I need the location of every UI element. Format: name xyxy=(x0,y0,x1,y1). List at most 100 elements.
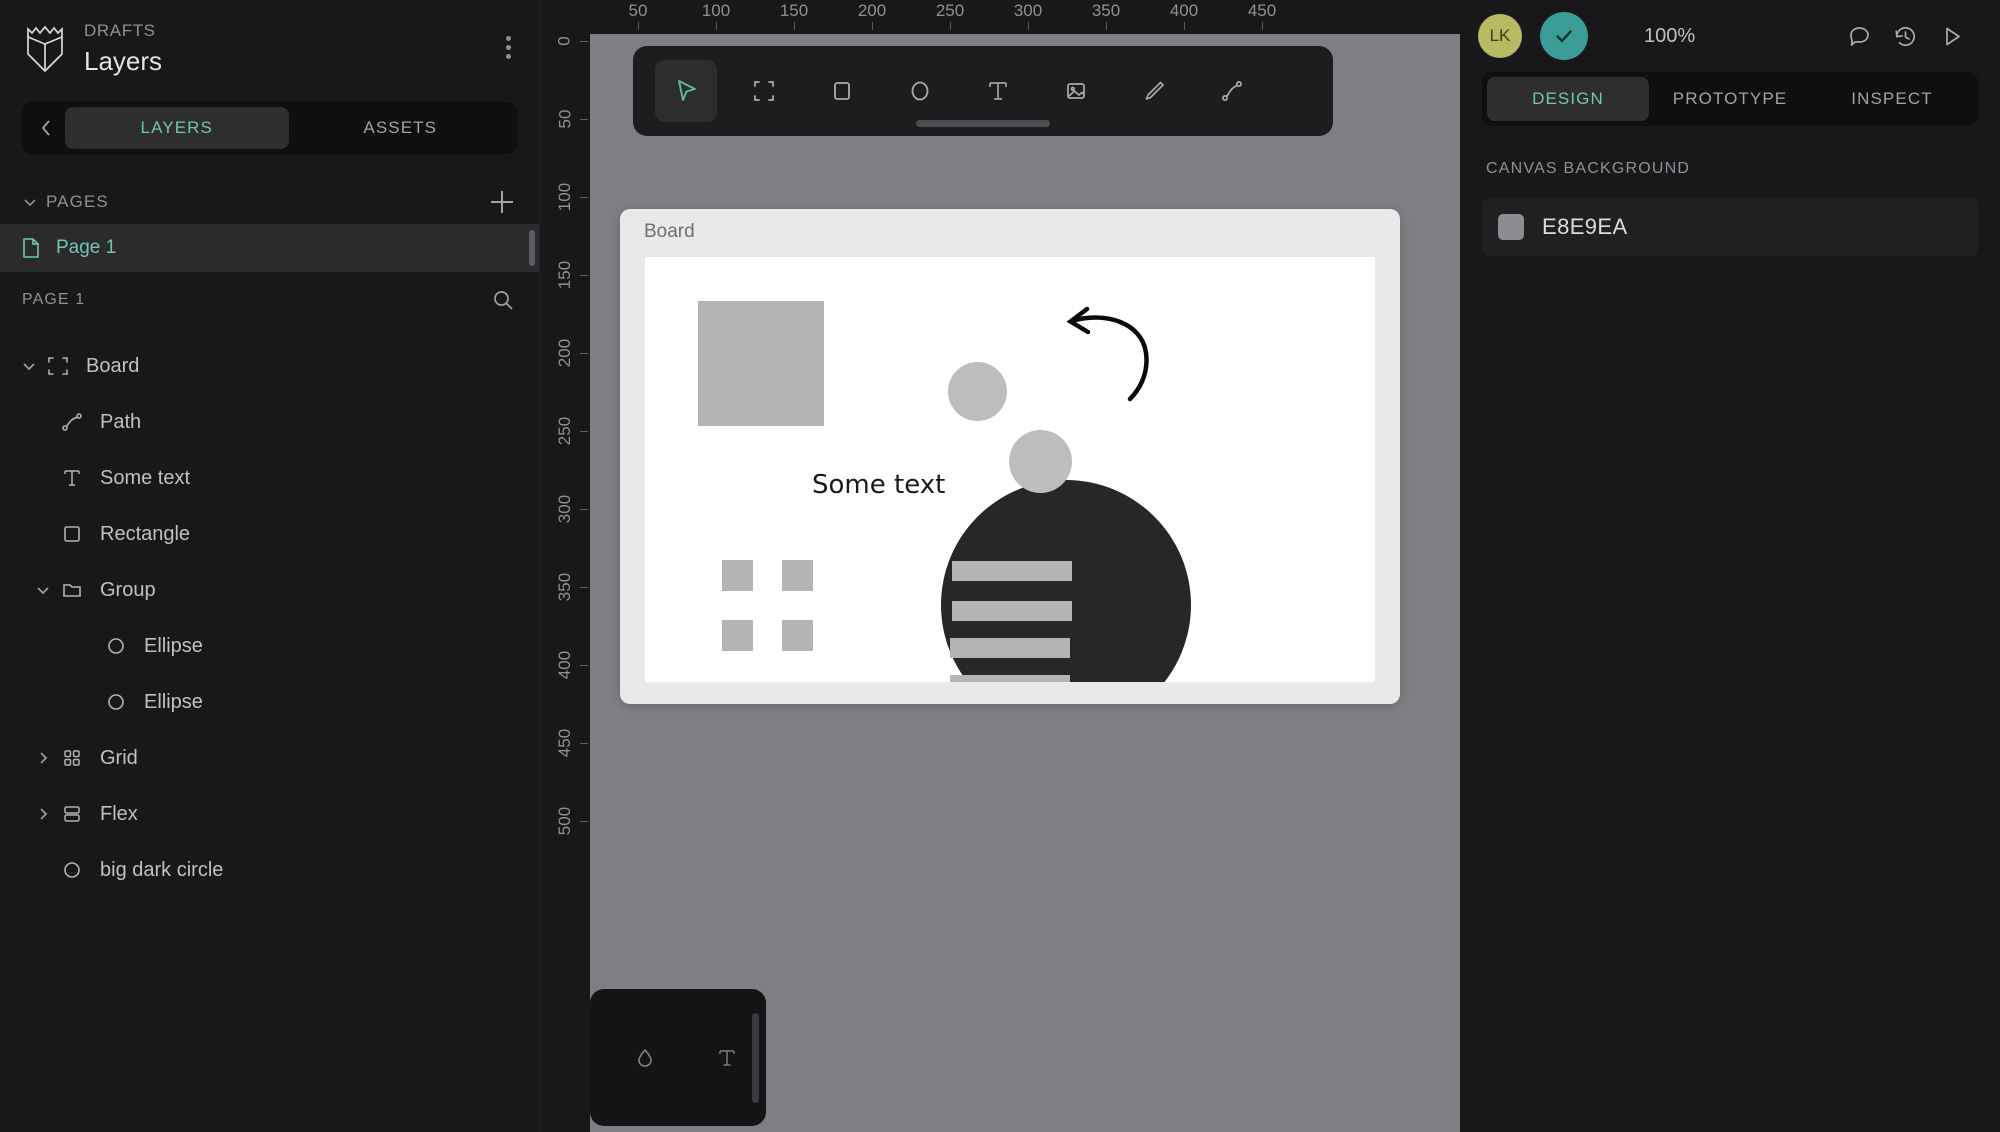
text-tool-button[interactable] xyxy=(967,60,1029,122)
text-icon xyxy=(58,467,86,489)
grid-cell-4[interactable] xyxy=(782,620,813,651)
layer-item-grid[interactable]: Grid xyxy=(0,730,539,786)
layer-item-big-dark-circle[interactable]: big dark circle xyxy=(0,842,539,898)
ruler-tick: 50 xyxy=(540,84,590,154)
app-root: DRAFTS Layers LAYERS ASSETS PAGES Page 1 xyxy=(0,0,2000,1132)
right-sidebar: LK 100% DESIGN PROTOTYPE INSPECT CANVAS … xyxy=(1460,0,2000,1132)
horizontal-ruler[interactable]: 50 100 150 200 250 300 350 400 450 xyxy=(590,0,1460,34)
flex-bar-2[interactable] xyxy=(952,601,1072,621)
rectangle-shape[interactable] xyxy=(698,301,824,426)
droplet-icon[interactable] xyxy=(614,1027,676,1089)
pencil-tool-button[interactable] xyxy=(1123,60,1185,122)
ellipse-shape-small-lower[interactable] xyxy=(1009,430,1072,493)
ellipse-tool-button[interactable] xyxy=(889,60,951,122)
play-icon[interactable] xyxy=(1928,13,1974,59)
layer-item-ellipse[interactable]: Ellipse xyxy=(0,674,539,730)
ruler-tick: 50 xyxy=(603,0,673,34)
ruler-tick: 350 xyxy=(540,552,590,622)
ruler-tick: 450 xyxy=(540,708,590,778)
canvas-viewport[interactable]: Board Some text xyxy=(590,34,1460,1132)
layer-item-group[interactable]: Group xyxy=(0,562,539,618)
grid-cell-2[interactable] xyxy=(782,560,813,591)
palette-scrollbar[interactable] xyxy=(752,1013,759,1103)
comment-icon[interactable] xyxy=(1836,13,1882,59)
chevron-right-icon[interactable] xyxy=(28,750,58,766)
rectangle-tool-button[interactable] xyxy=(811,60,873,122)
ruler-tick: 450 xyxy=(1227,0,1297,34)
ruler-tick: 100 xyxy=(681,0,751,34)
grid-cell-1[interactable] xyxy=(722,560,753,591)
tab-design[interactable]: DESIGN xyxy=(1487,77,1649,121)
search-icon[interactable] xyxy=(491,288,515,312)
ruler-tick: 250 xyxy=(915,0,985,34)
history-icon[interactable] xyxy=(1882,13,1928,59)
pages-section-title: PAGES xyxy=(46,192,109,211)
tab-inspect[interactable]: INSPECT xyxy=(1811,77,1973,121)
layer-label: Path xyxy=(100,410,142,433)
right-panel-tabs: DESIGN PROTOTYPE INSPECT xyxy=(1482,72,1978,126)
flex-icon xyxy=(58,803,86,825)
sidebar-tabs: LAYERS ASSETS xyxy=(22,102,517,154)
add-page-button[interactable] xyxy=(491,191,513,213)
layer-item-ellipse[interactable]: Ellipse xyxy=(0,618,539,674)
grid-icon xyxy=(58,747,86,769)
some-text-shape[interactable]: Some text xyxy=(812,470,945,500)
board-content: Some text xyxy=(645,257,1375,682)
layer-label: Grid xyxy=(100,746,138,769)
ruler-tick: 350 xyxy=(1071,0,1141,34)
typography-text-icon[interactable] xyxy=(696,1027,758,1089)
penpot-logo-icon xyxy=(22,24,68,74)
ruler-corner xyxy=(540,0,590,34)
folder-icon xyxy=(58,579,86,601)
canvas-background-section-title: CANVAS BACKGROUND xyxy=(1486,160,1691,177)
main-toolbar xyxy=(633,46,1333,136)
page-subheader-label: PAGE 1 xyxy=(22,291,86,308)
pages-scrollbar[interactable] xyxy=(529,230,535,266)
ruler-tick: 200 xyxy=(540,318,590,388)
path-arrow-shape[interactable] xyxy=(1062,301,1166,403)
saved-status-badge[interactable] xyxy=(1540,12,1588,60)
board-name-label[interactable]: Board xyxy=(644,221,695,243)
project-text: DRAFTS Layers xyxy=(84,20,162,78)
chevron-down-icon[interactable] xyxy=(14,358,44,374)
toolbar-drag-handle[interactable] xyxy=(916,120,1050,127)
zoom-level[interactable]: 100% xyxy=(1644,25,1695,48)
move-tool-button[interactable] xyxy=(655,60,717,122)
image-tool-button[interactable] xyxy=(1045,60,1107,122)
color-swatch[interactable] xyxy=(1498,214,1524,240)
page-subheader: PAGE 1 xyxy=(0,272,539,328)
chevron-left-icon[interactable] xyxy=(27,107,65,149)
canvas-background-hex[interactable]: E8E9EA xyxy=(1542,214,1628,240)
layer-item-board[interactable]: Board xyxy=(0,338,539,394)
page-list-item[interactable]: Page 1 xyxy=(0,224,539,272)
palette-panel xyxy=(590,989,766,1126)
pages-section-header: PAGES xyxy=(0,180,539,224)
board-tool-button[interactable] xyxy=(733,60,795,122)
tab-assets[interactable]: ASSETS xyxy=(289,107,513,149)
flex-bar-3[interactable] xyxy=(950,638,1070,658)
layer-item-some-text[interactable]: Some text xyxy=(0,450,539,506)
kebab-menu-icon[interactable] xyxy=(506,36,511,59)
tab-prototype[interactable]: PROTOTYPE xyxy=(1649,77,1811,121)
chevron-right-icon[interactable] xyxy=(28,806,58,822)
board-frame[interactable]: Board Some text xyxy=(620,209,1400,704)
ellipse-icon xyxy=(58,859,86,881)
ruler-tick: 400 xyxy=(540,630,590,700)
layer-item-path[interactable]: Path xyxy=(0,394,539,450)
vertical-ruler[interactable]: 0 50 100 150 200 250 300 350 400 450 500 xyxy=(540,34,590,1132)
chevron-down-icon[interactable] xyxy=(28,582,58,598)
layer-label: Some text xyxy=(100,466,191,489)
tab-layers[interactable]: LAYERS xyxy=(65,107,289,149)
layer-item-rectangle[interactable]: Rectangle xyxy=(0,506,539,562)
avatar[interactable]: LK xyxy=(1478,14,1522,58)
layer-item-flex[interactable]: Flex xyxy=(0,786,539,842)
chevron-down-icon[interactable] xyxy=(22,194,38,210)
flex-bar-4[interactable] xyxy=(950,675,1070,682)
top-toolbar: LK 100% xyxy=(1460,0,2000,72)
grid-cell-3[interactable] xyxy=(722,620,753,651)
canvas-background-row[interactable]: E8E9EA xyxy=(1482,198,1978,256)
path-tool-button[interactable] xyxy=(1201,60,1263,122)
file-title: Layers xyxy=(84,46,163,76)
flex-bar-1[interactable] xyxy=(952,561,1072,581)
ellipse-shape-small-upper[interactable] xyxy=(948,362,1007,421)
